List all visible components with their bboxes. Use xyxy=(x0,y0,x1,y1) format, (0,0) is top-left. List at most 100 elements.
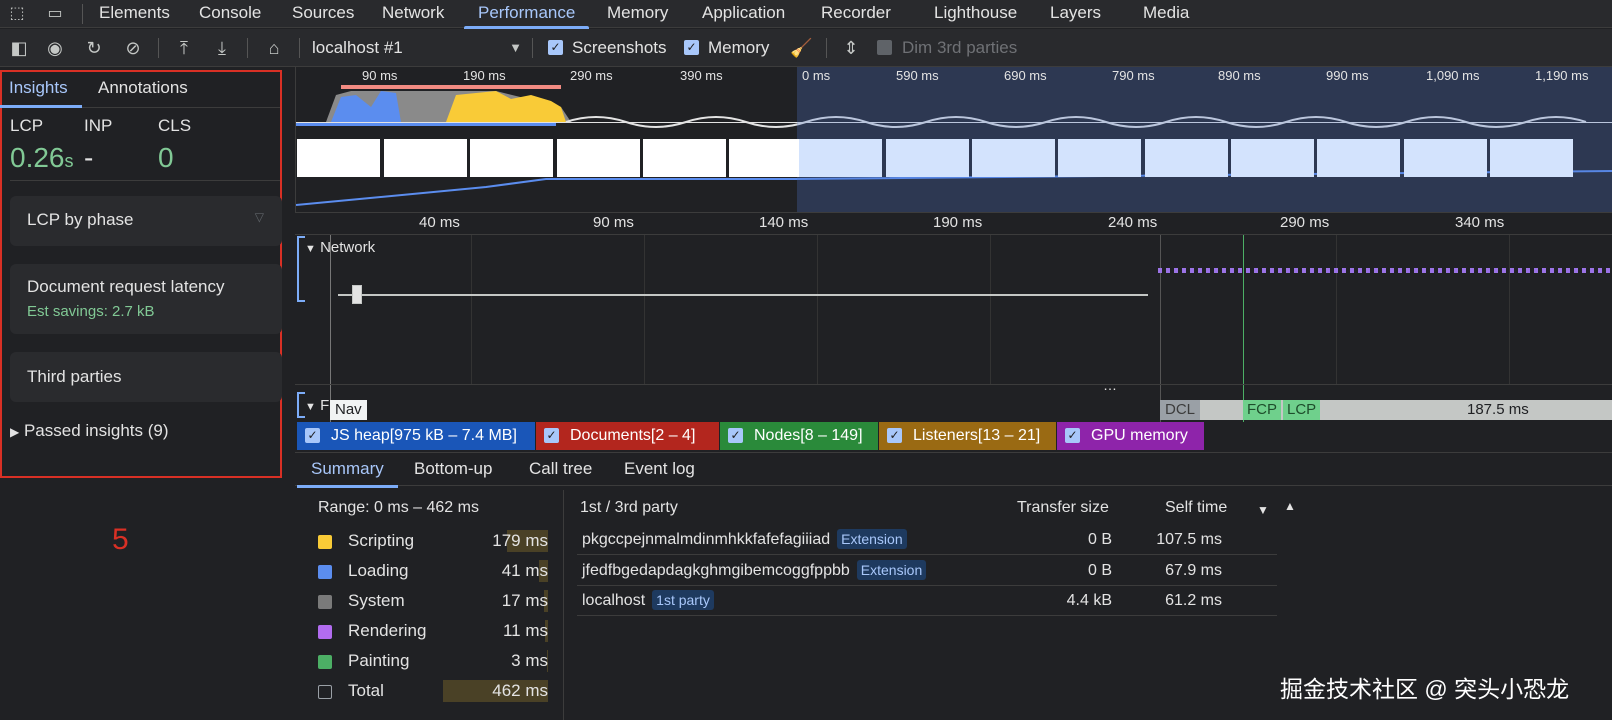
clear-icon[interactable]: ⊘ xyxy=(122,37,144,59)
counter-label: Nodes[8 – 149] xyxy=(754,427,863,444)
tab-insights[interactable]: Insights xyxy=(0,78,82,108)
table-row[interactable]: pkgccpejnmalmdinmhkkfafefagiiiad Extensio… xyxy=(577,525,1277,555)
category-name: System xyxy=(348,591,405,610)
passed-insights-toggle[interactable]: ▶ Passed insights (9) xyxy=(10,421,169,441)
nav-marker[interactable]: Nav xyxy=(330,400,367,420)
screenshot-thumb[interactable] xyxy=(1404,139,1487,177)
frames-track-header[interactable]: ▼ F xyxy=(305,397,329,414)
tab-application[interactable]: Application xyxy=(702,0,785,28)
screenshots-checkbox[interactable]: ✓ xyxy=(548,40,563,55)
screenshot-thumb[interactable] xyxy=(557,139,640,177)
lcp-marker[interactable]: LCP xyxy=(1283,400,1321,420)
insight-third-parties[interactable]: Third parties xyxy=(10,352,282,402)
grid-line xyxy=(817,235,818,385)
tab-media[interactable]: Media xyxy=(1143,0,1189,28)
ruler-tick: 290 ms xyxy=(1280,214,1330,231)
sort-desc-icon[interactable]: ▼ xyxy=(1257,503,1269,517)
inspect-element-icon[interactable]: ⬚ xyxy=(6,3,28,25)
screenshot-thumb[interactable] xyxy=(1145,139,1228,177)
screenshot-thumb[interactable] xyxy=(470,139,553,177)
category-name: Loading xyxy=(348,561,409,580)
record-icon[interactable]: ◉ xyxy=(44,37,66,59)
download-icon[interactable]: ⤓ xyxy=(211,37,233,59)
dcl-marker[interactable]: DCL xyxy=(1160,400,1201,420)
screenshot-thumb[interactable] xyxy=(643,139,726,177)
overview-tick: 790 ms xyxy=(1112,68,1155,83)
screenshot-thumb[interactable] xyxy=(972,139,1055,177)
cls-label: CLS xyxy=(158,116,192,135)
tab-recorder[interactable]: Recorder xyxy=(821,0,891,28)
insight-lcp-by-phase[interactable]: LCP by phase ▽ xyxy=(10,196,282,246)
screenshot-thumb[interactable] xyxy=(799,139,882,177)
tab-summary[interactable]: Summary xyxy=(297,459,398,488)
overview-tick: 990 ms xyxy=(1326,68,1369,83)
tab-bottom-up[interactable]: Bottom-up xyxy=(414,459,492,479)
reload-record-icon[interactable]: ↻ xyxy=(83,37,105,59)
tab-console[interactable]: Console xyxy=(199,0,261,28)
col-party-header[interactable]: 1st / 3rd party xyxy=(580,499,678,517)
toggle-sidebar-icon[interactable]: ◧ xyxy=(8,37,30,59)
insight-document-request-latency[interactable]: Document request latency Est savings: 2.… xyxy=(10,264,282,334)
counter-label: Listeners[13 – 21] xyxy=(913,427,1041,444)
overview-tick: 290 ms xyxy=(570,68,613,83)
col-self-header[interactable]: Self time xyxy=(1165,499,1227,517)
tab-layers[interactable]: Layers xyxy=(1050,0,1101,28)
counter-documents[interactable]: ✓ Documents[2 – 4] xyxy=(536,422,719,450)
toolbar-divider xyxy=(532,38,533,58)
screenshot-thumb[interactable] xyxy=(1058,139,1141,177)
screenshot-thumb[interactable] xyxy=(1490,139,1573,177)
network-track-header[interactable]: ▼ Network xyxy=(305,239,375,256)
fcp-marker[interactable]: FCP xyxy=(1243,400,1281,420)
network-request-bar[interactable] xyxy=(338,294,1148,296)
tab-elements[interactable]: Elements xyxy=(99,0,170,28)
tab-annotations[interactable]: Annotations xyxy=(98,78,188,98)
tabbar-divider xyxy=(82,4,83,24)
col-transfer-header[interactable]: Transfer size xyxy=(1017,499,1109,517)
network-request-dotted[interactable] xyxy=(1158,268,1612,273)
self-time: 107.5 ms xyxy=(1156,531,1222,548)
counter-listeners[interactable]: ✓ Listeners[13 – 21] xyxy=(879,422,1056,450)
summary-row-scripting: Scripting 179 ms xyxy=(318,530,548,552)
screenshot-thumb[interactable] xyxy=(1231,139,1314,177)
category-name: Painting xyxy=(348,651,410,670)
tab-call-tree[interactable]: Call tree xyxy=(529,459,592,479)
screenshot-thumb[interactable] xyxy=(886,139,969,177)
collapse-tracks-icon[interactable]: ⇕ xyxy=(840,37,862,59)
screenshot-thumb[interactable] xyxy=(297,139,380,177)
tab-performance[interactable]: Performance xyxy=(463,0,590,29)
tab-event-log[interactable]: Event log xyxy=(624,459,695,479)
checkbox-icon: ✓ xyxy=(728,428,743,443)
tab-memory[interactable]: Memory xyxy=(607,0,668,28)
home-icon[interactable]: ⌂ xyxy=(263,37,285,59)
dcl-marker-line xyxy=(1160,235,1161,422)
tab-network[interactable]: Network xyxy=(382,0,444,28)
table-row[interactable]: jfedfbgedapdagkghmgibemcoggfppbb Extensio… xyxy=(577,556,1277,586)
toolbar-divider xyxy=(826,38,827,58)
counter-label: GPU memory xyxy=(1091,427,1188,444)
ruler-tick: 340 ms xyxy=(1455,214,1505,231)
counter-gpu-memory[interactable]: ✓ GPU memory xyxy=(1057,422,1204,450)
insight-title: Document request latency xyxy=(27,277,225,296)
upload-icon[interactable]: ⤒ xyxy=(173,37,195,59)
scroll-up-icon[interactable]: ▲ xyxy=(1284,499,1296,513)
category-value: 179 ms xyxy=(492,531,548,550)
counter-js-heap[interactable]: ✓ JS heap[975 kB – 7.4 MB] xyxy=(297,422,535,450)
screenshot-thumb[interactable] xyxy=(384,139,467,177)
category-swatch xyxy=(318,625,332,639)
tab-sources[interactable]: Sources xyxy=(292,0,354,28)
memory-checkbox[interactable]: ✓ xyxy=(684,40,699,55)
screenshot-thumb[interactable] xyxy=(1317,139,1400,177)
device-toolbar-icon[interactable]: ▭ xyxy=(44,3,66,25)
network-request-box[interactable] xyxy=(352,285,362,304)
garbage-collect-icon[interactable]: 🧹 xyxy=(790,37,812,59)
collapse-triangle-icon: ▼ xyxy=(305,401,316,413)
dim-3rd-parties-checkbox[interactable] xyxy=(877,40,892,55)
counter-nodes[interactable]: ✓ Nodes[8 – 149] xyxy=(720,422,878,450)
table-row[interactable]: localhost 1st party 4.4 kB 61.2 ms xyxy=(577,586,1277,616)
frames-track-bracket xyxy=(297,392,305,418)
summary-row-total: Total 462 ms xyxy=(318,680,548,702)
network-track-bracket xyxy=(297,236,305,302)
checkbox-icon: ✓ xyxy=(1065,428,1080,443)
recording-select[interactable]: localhost #1 ▼ xyxy=(312,37,522,59)
tab-lighthouse[interactable]: Lighthouse xyxy=(934,0,1017,28)
